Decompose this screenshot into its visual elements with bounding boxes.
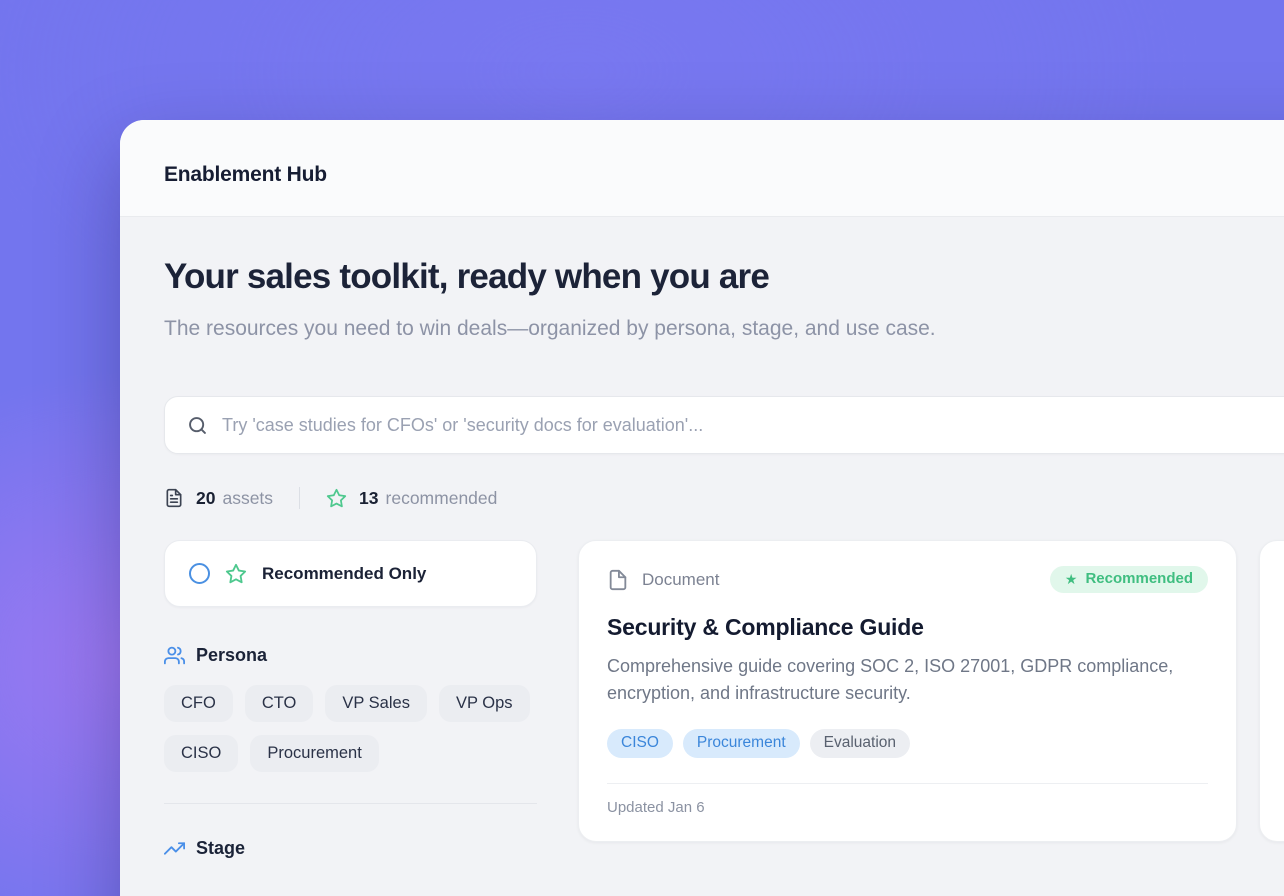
card-type: Document bbox=[607, 569, 719, 591]
tag-evaluation[interactable]: Evaluation bbox=[810, 729, 910, 758]
search-input[interactable] bbox=[222, 415, 1284, 436]
persona-chip-cfo[interactable]: CFO bbox=[164, 685, 233, 722]
tag-procurement[interactable]: Procurement bbox=[683, 729, 800, 758]
assets-count: 20 bbox=[196, 488, 215, 509]
users-icon bbox=[164, 645, 185, 666]
card-footer: Updated Jan 6 bbox=[607, 783, 1208, 817]
card-updated: Updated Jan 6 bbox=[607, 799, 705, 816]
recommended-badge-label: Recommended bbox=[1085, 570, 1193, 587]
persona-chip-vp-ops[interactable]: VP Ops bbox=[439, 685, 530, 722]
assets-label: assets bbox=[222, 488, 273, 509]
recommended-only-label: Recommended Only bbox=[262, 564, 426, 584]
persona-chip-cto[interactable]: CTO bbox=[245, 685, 314, 722]
persona-chips: CFO CTO VP Sales VP Ops CISO Procurement bbox=[164, 685, 537, 772]
star-filled-icon: ★ bbox=[1065, 572, 1078, 586]
enablement-hub-panel: Enablement Hub Your sales toolkit, ready… bbox=[120, 120, 1284, 896]
asset-card-security-compliance-guide[interactable]: Document ★ Recommended Security & Compli… bbox=[578, 540, 1237, 842]
app-title: Enablement Hub bbox=[164, 163, 327, 187]
stats-row: 20 assets 13 recommended bbox=[164, 487, 1284, 509]
persona-chip-procurement[interactable]: Procurement bbox=[250, 735, 378, 772]
asset-card-grid: Document ★ Recommended Security & Compli… bbox=[578, 540, 1284, 842]
star-icon bbox=[326, 488, 347, 509]
recommended-badge: ★ Recommended bbox=[1050, 566, 1208, 593]
search-bar[interactable] bbox=[164, 396, 1284, 454]
panel-header: Enablement Hub bbox=[120, 120, 1284, 217]
recommended-only-toggle[interactable]: Recommended Only bbox=[164, 540, 537, 607]
sidebar-divider bbox=[164, 803, 537, 804]
filters-sidebar: Recommended Only Persona CFO CTO VP Sale… bbox=[164, 540, 537, 859]
stage-section-header: Stage bbox=[164, 838, 537, 859]
file-text-icon bbox=[164, 488, 184, 508]
page-title: Your sales toolkit, ready when you are bbox=[164, 257, 1284, 297]
recommended-count: 13 bbox=[359, 488, 378, 509]
stats-divider bbox=[299, 487, 300, 509]
recommended-label: recommended bbox=[386, 488, 498, 509]
card-title: Security & Compliance Guide bbox=[607, 614, 1208, 641]
asset-card-partial[interactable] bbox=[1259, 540, 1284, 842]
panel-body: Your sales toolkit, ready when you are T… bbox=[120, 217, 1284, 896]
star-icon bbox=[225, 563, 247, 585]
trending-up-icon bbox=[164, 838, 185, 859]
card-tags: CISO Procurement Evaluation bbox=[607, 729, 1208, 758]
card-header: Document ★ Recommended bbox=[607, 566, 1208, 593]
search-icon bbox=[187, 415, 208, 436]
persona-section-label: Persona bbox=[196, 645, 267, 666]
page-subtitle: The resources you need to win deals—orga… bbox=[164, 312, 984, 346]
persona-chip-vp-sales[interactable]: VP Sales bbox=[325, 685, 427, 722]
persona-chip-ciso[interactable]: CISO bbox=[164, 735, 238, 772]
content-columns: Recommended Only Persona CFO CTO VP Sale… bbox=[164, 540, 1284, 859]
card-description: Comprehensive guide covering SOC 2, ISO … bbox=[607, 653, 1189, 707]
file-icon bbox=[607, 569, 629, 591]
radio-circle-icon[interactable] bbox=[189, 563, 210, 584]
card-type-label: Document bbox=[642, 570, 719, 590]
tag-ciso[interactable]: CISO bbox=[607, 729, 673, 758]
stage-section-label: Stage bbox=[196, 838, 245, 859]
persona-section-header: Persona bbox=[164, 645, 537, 666]
